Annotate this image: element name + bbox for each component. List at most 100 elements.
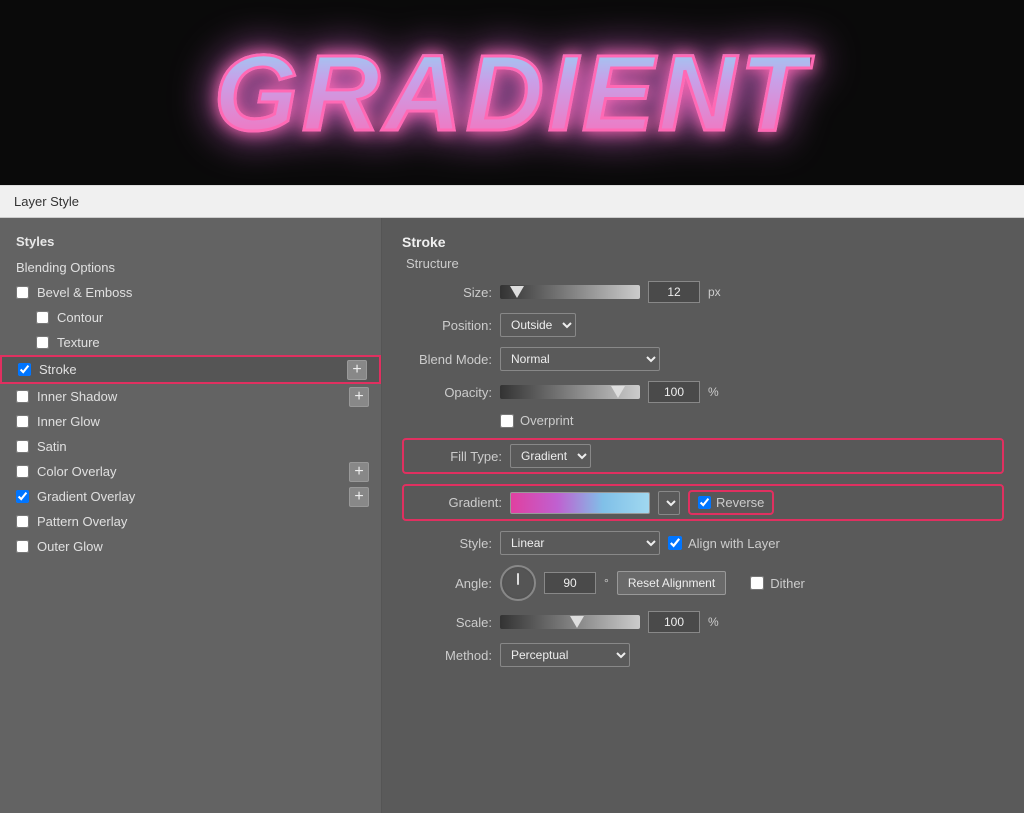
align-layer-text: Align with Layer	[688, 536, 780, 551]
dialog-title: Layer Style	[0, 186, 1024, 218]
stroke-checkbox[interactable]	[18, 363, 31, 376]
outer-glow-item[interactable]: Outer Glow	[0, 534, 381, 559]
overprint-text: Overprint	[520, 413, 573, 428]
dialog-body: Styles Blending Options Bevel & Emboss C…	[0, 218, 1024, 813]
angle-input[interactable]	[544, 572, 596, 594]
reset-alignment-button[interactable]: Reset Alignment	[617, 571, 726, 595]
pattern-overlay-label: Pattern Overlay	[37, 514, 127, 529]
gradient-overlay-label: Gradient Overlay	[37, 489, 135, 504]
pattern-overlay-checkbox[interactable]	[16, 515, 29, 528]
angle-unit: °	[604, 576, 609, 590]
pattern-overlay-item[interactable]: Pattern Overlay	[0, 509, 381, 534]
dither-label[interactable]: Dither	[750, 576, 805, 591]
stroke-add-button[interactable]: +	[347, 360, 367, 380]
opacity-slider[interactable]	[500, 385, 640, 399]
texture-checkbox[interactable]	[36, 336, 49, 349]
satin-label: Satin	[37, 439, 67, 454]
contour-item[interactable]: Contour	[0, 305, 381, 330]
gradient-preview[interactable]	[510, 492, 650, 514]
bevel-emboss-item[interactable]: Bevel & Emboss	[0, 280, 381, 305]
satin-checkbox[interactable]	[16, 440, 29, 453]
fill-type-select[interactable]: Gradient Color Pattern	[510, 444, 591, 468]
left-panel: Styles Blending Options Bevel & Emboss C…	[0, 218, 382, 813]
contour-label: Contour	[57, 310, 103, 325]
size-row: Size: px	[402, 281, 1004, 303]
style-row: Style: Linear Radial Angle Reflected Dia…	[402, 531, 1004, 555]
opacity-label: Opacity:	[402, 385, 492, 400]
fill-type-row: Fill Type: Gradient Color Pattern	[402, 438, 1004, 474]
inner-glow-checkbox[interactable]	[16, 415, 29, 428]
size-label: Size:	[402, 285, 492, 300]
gradient-overlay-add-button[interactable]: +	[349, 487, 369, 507]
color-overlay-add-button[interactable]: +	[349, 462, 369, 482]
scale-input[interactable]	[648, 611, 700, 633]
dither-checkbox[interactable]	[750, 576, 764, 590]
contour-checkbox[interactable]	[36, 311, 49, 324]
styles-header: Styles	[0, 228, 381, 255]
size-slider-thumb	[510, 286, 524, 298]
size-slider[interactable]	[500, 285, 640, 299]
method-select[interactable]: Perceptual Saturation Appearance Absolut…	[500, 643, 630, 667]
color-overlay-item[interactable]: Color Overlay +	[0, 459, 381, 484]
reverse-checkbox[interactable]	[698, 496, 711, 509]
section-title: Stroke	[402, 234, 1004, 250]
inner-glow-item[interactable]: Inner Glow	[0, 409, 381, 434]
position-select[interactable]: Outside Inside Center	[500, 313, 576, 337]
gradient-dropdown[interactable]: ▼	[658, 491, 680, 515]
hero-title: GRADIENT	[214, 30, 810, 155]
overprint-row: Overprint	[500, 413, 1004, 428]
hero-banner: GRADIENT	[0, 0, 1024, 185]
gradient-row: Gradient: ▼ Reverse	[402, 484, 1004, 521]
size-unit: px	[708, 285, 721, 299]
opacity-input[interactable]	[648, 381, 700, 403]
reverse-box: Reverse	[688, 490, 774, 515]
stroke-item[interactable]: Stroke +	[0, 355, 381, 384]
overprint-checkbox[interactable]	[500, 414, 514, 428]
blend-mode-label: Blend Mode:	[402, 352, 492, 367]
right-panel: Stroke Structure Size: px Position: Outs…	[382, 218, 1024, 813]
blend-mode-select[interactable]: Normal Multiply Screen Overlay	[500, 347, 660, 371]
align-layer-label[interactable]: Align with Layer	[668, 536, 780, 551]
bevel-emboss-checkbox[interactable]	[16, 286, 29, 299]
blending-options-label: Blending Options	[16, 260, 115, 275]
color-overlay-checkbox[interactable]	[16, 465, 29, 478]
size-input[interactable]	[648, 281, 700, 303]
style-label: Style:	[402, 536, 492, 551]
gradient-overlay-checkbox[interactable]	[16, 490, 29, 503]
position-row: Position: Outside Inside Center	[402, 313, 1004, 337]
overprint-label[interactable]: Overprint	[500, 413, 573, 428]
method-label: Method:	[402, 648, 492, 663]
scale-slider-thumb	[570, 616, 584, 628]
outer-glow-label: Outer Glow	[37, 539, 103, 554]
fill-type-label: Fill Type:	[412, 449, 502, 464]
dither-text: Dither	[770, 576, 805, 591]
gradient-label: Gradient:	[412, 495, 502, 510]
texture-label: Texture	[57, 335, 100, 350]
inner-shadow-checkbox[interactable]	[16, 390, 29, 403]
angle-dial[interactable]	[500, 565, 536, 601]
opacity-unit: %	[708, 385, 719, 399]
inner-shadow-add-button[interactable]: +	[349, 387, 369, 407]
angle-row: Angle: ° Reset Alignment Dither	[402, 565, 1004, 601]
opacity-row: Opacity: %	[402, 381, 1004, 403]
position-label: Position:	[402, 318, 492, 333]
blending-options-item[interactable]: Blending Options	[0, 255, 381, 280]
scale-unit: %	[708, 615, 719, 629]
style-select[interactable]: Linear Radial Angle Reflected Diamond	[500, 531, 660, 555]
inner-shadow-label: Inner Shadow	[37, 389, 117, 404]
method-row: Method: Perceptual Saturation Appearance…	[402, 643, 1004, 667]
scale-row: Scale: %	[402, 611, 1004, 633]
opacity-slider-thumb	[611, 386, 625, 398]
angle-label: Angle:	[402, 576, 492, 591]
satin-item[interactable]: Satin	[0, 434, 381, 459]
stroke-label: Stroke	[39, 362, 77, 377]
gradient-overlay-item[interactable]: Gradient Overlay +	[0, 484, 381, 509]
layer-style-dialog: Layer Style Styles Blending Options Beve…	[0, 185, 1024, 813]
outer-glow-checkbox[interactable]	[16, 540, 29, 553]
scale-label: Scale:	[402, 615, 492, 630]
scale-slider[interactable]	[500, 615, 640, 629]
texture-item[interactable]: Texture	[0, 330, 381, 355]
align-layer-checkbox[interactable]	[668, 536, 682, 550]
inner-shadow-item[interactable]: Inner Shadow +	[0, 384, 381, 409]
sub-section-title: Structure	[402, 256, 1004, 271]
